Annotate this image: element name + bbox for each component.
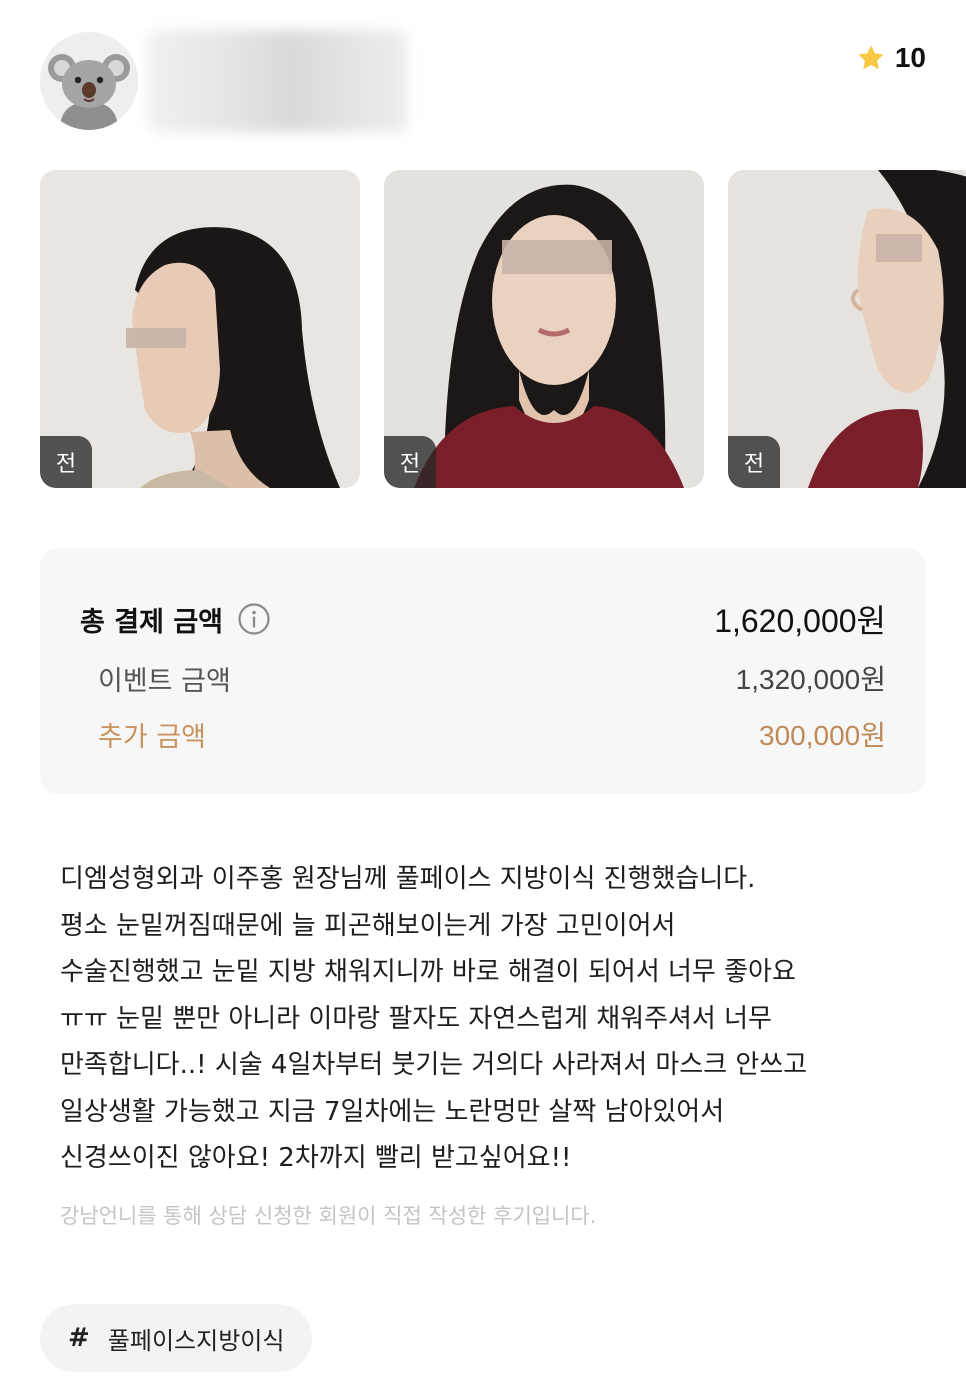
photo-card[interactable]: 전 (728, 170, 966, 488)
review-line: 만족합니다..! 시술 4일차부터 붓기는 거의다 사라져서 마스크 안쓰고 (60, 1050, 808, 1080)
koala-avatar-icon (40, 32, 138, 130)
review-line: 수술진행했고 눈밑 지방 채워지니까 바로 해결이 되어서 너무 좋아요 (60, 957, 796, 987)
review-line: 디엠성형외과 이주홍 원장님께 풀페이스 지방이식 진행했습니다. (60, 864, 756, 894)
event-price-row: 이벤트 금액 1,320,000원 (98, 658, 886, 698)
total-price-value: 1,620,000원 (714, 603, 886, 639)
hashtag-chip[interactable]: # 풀페이스지방이식 (40, 1304, 313, 1372)
photo-card[interactable]: 전 (384, 170, 704, 488)
total-price-label: 총 결제 금액 (80, 606, 223, 638)
star-icon (859, 46, 883, 69)
photo-card[interactable]: 전 (40, 170, 360, 488)
event-price-label: 이벤트 금액 (98, 665, 231, 697)
review-text: 디엠성형외과 이주홍 원장님께 풀페이스 지방이식 진행했습니다. 평소 눈밑꺼… (60, 856, 930, 1182)
rating: 10 (857, 40, 926, 76)
review-header: 10 (0, 0, 966, 150)
rating-score: 10 (894, 42, 926, 73)
review-line: ㅠㅠ 눈밑 뿐만 아니라 이마랑 팔자도 자연스럽게 채워주셔서 너무 (60, 1003, 772, 1034)
hash-icon: # (68, 1323, 90, 1353)
extra-price-label: 추가 금액 (98, 721, 206, 753)
avatar[interactable] (40, 32, 138, 130)
before-tag: 전 (728, 436, 780, 488)
event-price-value: 1,320,000원 (735, 664, 886, 695)
hashtag-label: 풀페이스지방이식 (107, 1326, 285, 1355)
review-disclaimer: 강남언니를 통해 상담 신청한 회원이 직접 작성한 후기입니다. (60, 1204, 597, 1228)
review-line: 신경쓰이진 않아요! 2차까지 빨리 받고싶어요!! (60, 1143, 572, 1173)
total-price-row: 총 결제 금액 1,620,000원 (80, 596, 886, 642)
photo-carousel[interactable]: 전 전 전 (40, 170, 966, 490)
blurred-username (148, 30, 408, 132)
extra-price-row: 추가 금액 300,000원 (98, 714, 886, 754)
price-summary-card: 총 결제 금액 1,620,000원 이벤트 금액 1,320,000원 추가 … (40, 548, 926, 794)
info-icon[interactable] (237, 602, 271, 636)
review-line: 평소 눈밑꺼짐때문에 늘 피곤해보이는게 가장 고민이어서 (60, 910, 676, 941)
review-line: 일상생활 가능했고 지금 7일차에는 노란멍만 살짝 남아있어서 (60, 1096, 725, 1127)
extra-price-value: 300,000원 (759, 720, 886, 751)
before-tag: 전 (384, 436, 436, 488)
before-tag: 전 (40, 436, 92, 488)
